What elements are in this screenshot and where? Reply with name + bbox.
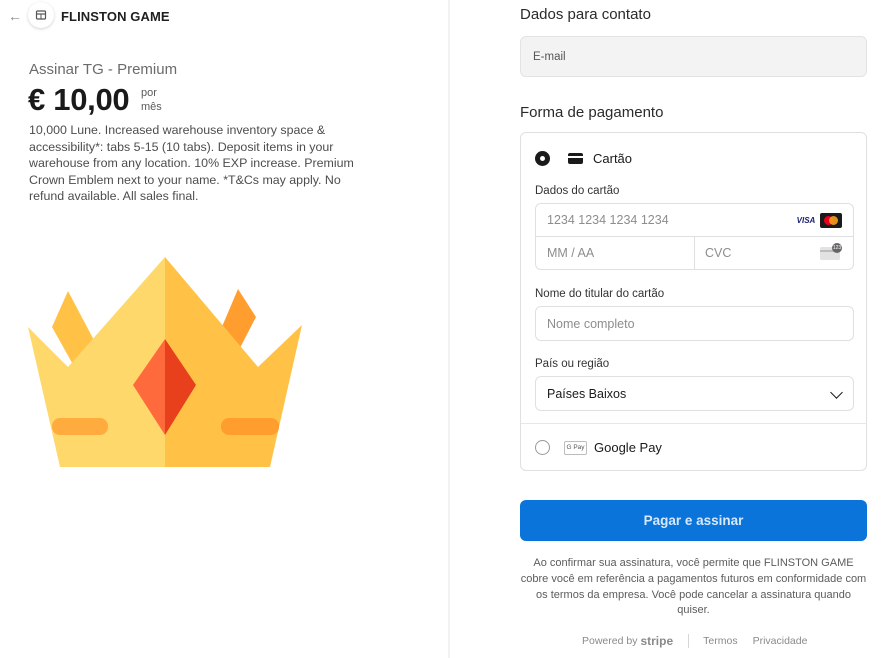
cvc-card-icon <box>820 243 842 260</box>
pay-subscribe-button[interactable]: Pagar e assinar <box>520 500 867 541</box>
gpay-radio[interactable] <box>535 440 550 455</box>
chevron-down-icon[interactable] <box>830 386 843 399</box>
billing-period-line-1: por <box>141 87 157 99</box>
product-price: € 10,00 <box>28 82 130 117</box>
holder-name-input[interactable]: Nome completo <box>535 306 854 341</box>
footer-divider <box>688 634 690 648</box>
country-label: País ou região <box>535 358 610 370</box>
crown-illustration <box>28 257 302 467</box>
visa-icon: VISA <box>796 216 816 225</box>
legal-notice: Ao confirmar sua assinatura, você permit… <box>520 557 867 617</box>
powered-by-text[interactable]: Powered by <box>582 635 637 647</box>
crown-body-left <box>28 257 165 467</box>
store-icon[interactable] <box>28 2 54 28</box>
payment-method-box: Cartão Dados do cartão 1234 1234 1234 12… <box>520 132 867 471</box>
mastercard-icon <box>820 213 842 228</box>
checkout-panel: Dados para contato E-mail Forma de pagam… <box>450 0 884 658</box>
credit-card-icon <box>568 153 583 164</box>
card-number-placeholder[interactable]: 1234 1234 1234 1234 <box>547 213 669 227</box>
card-input-group: 1234 1234 1234 1234 VISA MM / AA CVC <box>535 203 854 270</box>
product-name: Assinar TG - Premium <box>29 61 178 78</box>
product-summary-panel: ← FLINSTON GAME Assinar TG - Premium € 1… <box>0 0 448 658</box>
footer: Powered by stripe Termos Privacidade <box>582 634 807 648</box>
google-pay-icon: G Pay <box>564 441 587 455</box>
cvc-field[interactable]: CVC <box>705 246 731 260</box>
privacy-link[interactable]: Privacidade <box>753 635 808 647</box>
arrow-left-icon[interactable]: ← <box>8 8 24 24</box>
card-details-label: Dados do cartão <box>535 185 620 197</box>
crown-body-right <box>165 257 302 467</box>
holder-name-label: Nome do titular do cartão <box>535 288 665 300</box>
header-bar: ← FLINSTON GAME <box>0 0 448 34</box>
crown-band-left <box>52 418 108 435</box>
terms-link[interactable]: Termos <box>703 635 737 647</box>
card-field-divider <box>694 237 695 270</box>
contact-section-title: Dados para contato <box>520 6 651 23</box>
card-radio-selected[interactable] <box>535 151 550 166</box>
gpay-option-label[interactable]: Google Pay <box>594 440 662 455</box>
crown-band-right <box>221 418 279 435</box>
payment-section-title: Forma de pagamento <box>520 104 664 121</box>
billing-period: por mês <box>141 86 162 114</box>
expiry-field[interactable]: MM / AA <box>547 246 594 260</box>
stripe-logo[interactable]: stripe <box>640 634 673 648</box>
country-select[interactable]: Países Baixos <box>535 376 854 411</box>
card-number-field[interactable]: 1234 1234 1234 1234 VISA <box>536 204 853 237</box>
card-option-label[interactable]: Cartão <box>593 151 632 166</box>
product-description: 10,000 Lune. Increased warehouse invento… <box>29 123 354 204</box>
billing-period-line-2: mês <box>141 101 162 113</box>
payment-option-divider <box>521 423 866 424</box>
email-field[interactable]: E-mail <box>520 36 867 77</box>
brand-name[interactable]: FLINSTON GAME <box>61 9 170 24</box>
country-select-value[interactable]: Países Baixos <box>547 387 626 401</box>
